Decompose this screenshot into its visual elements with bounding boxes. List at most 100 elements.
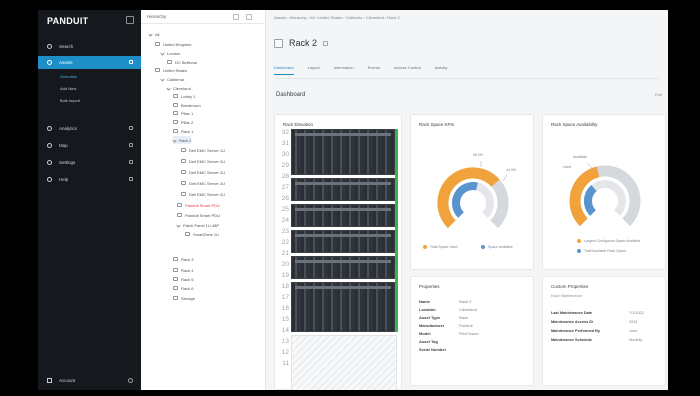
rack-space-kpis-card: Rack Space KPIs 56.0% 44.0% Total Space … — [410, 114, 534, 270]
tree-node-label: DC Bellevue — [175, 59, 198, 65]
legend-swatch — [423, 245, 427, 249]
tree-node-label: Lobby 1 — [181, 93, 196, 99]
rack-unit-number: 18 — [281, 283, 289, 290]
tree-node[interactable]: Lobby 1 — [173, 92, 195, 100]
tree-node[interactable]: Dell EMC Server 2U — [181, 157, 225, 165]
rack-device[interactable] — [291, 282, 395, 332]
node-icon — [173, 111, 178, 115]
edit-name-icon[interactable] — [323, 40, 329, 46]
sidebar-item-search[interactable]: Search — [38, 40, 141, 53]
tree-node[interactable]: Rack 3 — [173, 255, 193, 263]
tree-node[interactable]: SmartZone 1U — [185, 230, 219, 238]
section-title: Dashboard — [276, 92, 306, 98]
node-icon — [173, 268, 178, 272]
legend-item: Total Available Rack Space — [577, 249, 626, 253]
tree-node-label: London — [167, 50, 181, 56]
rack-device[interactable] — [291, 129, 395, 175]
rack-device[interactable] — [291, 178, 395, 201]
rack-device[interactable] — [291, 204, 395, 227]
sidebar-item-assets[interactable]: Assets — [38, 56, 141, 69]
tab-access-control[interactable]: Access Control — [394, 65, 421, 75]
search-icon — [47, 44, 52, 49]
tree-node-label: Rack 5 — [181, 276, 194, 282]
main-content: Assets › Hierarchy › All › United States… — [266, 10, 668, 390]
rack-icon — [274, 38, 283, 48]
sidebar-item-label: Analytics — [59, 126, 78, 131]
property-value: 7/1/2022 — [629, 311, 644, 315]
tree-node-label: Cleveland — [173, 85, 191, 91]
sidebar-subitem-bulk-import[interactable]: Bulk Import — [38, 96, 141, 105]
tree-node[interactable]: Cleveland — [166, 84, 191, 92]
sidebar-account[interactable]: Account — [38, 374, 141, 386]
app-logo: PANDUIT — [47, 16, 89, 26]
sidebar-subitem-overview[interactable]: Overview — [38, 72, 141, 81]
node-icon — [177, 203, 182, 207]
tree-node[interactable]: Rack 4 — [173, 266, 193, 274]
collapse-tree-icon[interactable] — [246, 14, 252, 20]
chevron-icon — [172, 137, 177, 143]
rack-unit-number: 20 — [281, 261, 289, 268]
gauge-arc-available — [452, 182, 478, 218]
sidebar-item-map[interactable]: Map — [38, 139, 141, 152]
tree-node[interactable]: Dell EMC Server 2U — [181, 168, 225, 176]
legend-label: Largest Contiguous Space Available — [584, 239, 641, 243]
tree-node[interactable]: All — [148, 30, 160, 38]
property-value: Rack — [459, 315, 469, 320]
tree-node[interactable]: Panduit Smart PDU — [177, 201, 220, 209]
property-row: Manufacturer Panduit — [419, 323, 473, 330]
node-icon — [173, 296, 178, 300]
map-icon — [47, 143, 52, 148]
tree-node[interactable]: Pillar 2 — [173, 118, 193, 126]
tree-node[interactable]: London — [160, 49, 181, 57]
rack-unit-number: 29 — [281, 162, 289, 169]
tree-node[interactable]: United States — [155, 66, 187, 74]
tab-dashboard[interactable]: Dashboard — [274, 65, 294, 75]
legend-label: Total Available Rack Space — [584, 249, 627, 253]
rack-unit-number: 12 — [281, 349, 289, 356]
filter-icon[interactable] — [233, 14, 239, 20]
rack-device[interactable] — [291, 256, 395, 279]
tree-node[interactable]: Rack 1 — [173, 127, 193, 135]
tree-node[interactable]: Rack 6 — [173, 284, 193, 292]
tab-activity[interactable]: Activity — [435, 65, 448, 75]
tree-node[interactable]: Rack 5 — [173, 275, 193, 283]
property-key: Model — [419, 331, 431, 336]
edit-dashboard-button[interactable]: Edit — [655, 92, 662, 97]
property-key: Name — [419, 299, 430, 304]
tab-layout[interactable]: Layout — [308, 65, 320, 75]
tree-node-label: Panduit Smart PDU — [185, 202, 220, 208]
availability-callout: Available — [573, 155, 588, 159]
tree-node[interactable]: Dell EMC Server 1U — [181, 146, 225, 154]
tree-node[interactable]: Storage — [173, 294, 195, 302]
tree-node[interactable]: DC Bellevue — [167, 58, 197, 66]
hierarchy-header: Hierarchy — [141, 10, 266, 24]
node-icon — [185, 232, 190, 236]
tree-node[interactable]: Rack 2 — [172, 136, 192, 144]
tab-events[interactable]: Events — [368, 65, 380, 75]
tree-node[interactable]: California — [160, 75, 184, 83]
tree-node-label: All — [155, 31, 160, 37]
tree-node[interactable]: Pillar 1 — [173, 109, 193, 117]
node-icon — [181, 159, 186, 163]
sidebar-item-analytics[interactable]: Analytics — [38, 122, 141, 135]
tree-node[interactable]: Breakroom — [173, 101, 201, 109]
rack-device[interactable] — [291, 230, 395, 253]
property-key: Last Maintenance Date — [551, 311, 593, 315]
tree-node[interactable]: United Kingdom — [155, 40, 191, 48]
sidebar-item-help[interactable]: Help — [38, 173, 141, 186]
tree-node[interactable]: Dell EMC Server 2U — [181, 190, 225, 198]
tab-bar: Dashboard Layout Information Events Acce… — [274, 65, 461, 75]
sidebar-subitem-add-new[interactable]: Add New — [38, 84, 141, 93]
sidebar-item-settings[interactable]: Settings — [38, 156, 141, 169]
gear-icon[interactable] — [128, 377, 133, 383]
tree-node[interactable]: Panduit Smart PDU — [177, 211, 220, 219]
power-status-bar — [395, 129, 398, 332]
tree-node[interactable]: Dell EMC Server 2U — [181, 179, 225, 187]
tree-node[interactable]: Patch Panel 1U 48P — [176, 221, 219, 229]
tree-node-label: Pillar 1 — [181, 110, 194, 116]
chevron-up-icon — [129, 60, 133, 64]
card-title: Properties — [419, 284, 440, 289]
sidebar-collapse-icon[interactable] — [126, 16, 134, 24]
tab-information[interactable]: Information — [334, 65, 354, 75]
rack-unit-number: 19 — [281, 272, 289, 279]
